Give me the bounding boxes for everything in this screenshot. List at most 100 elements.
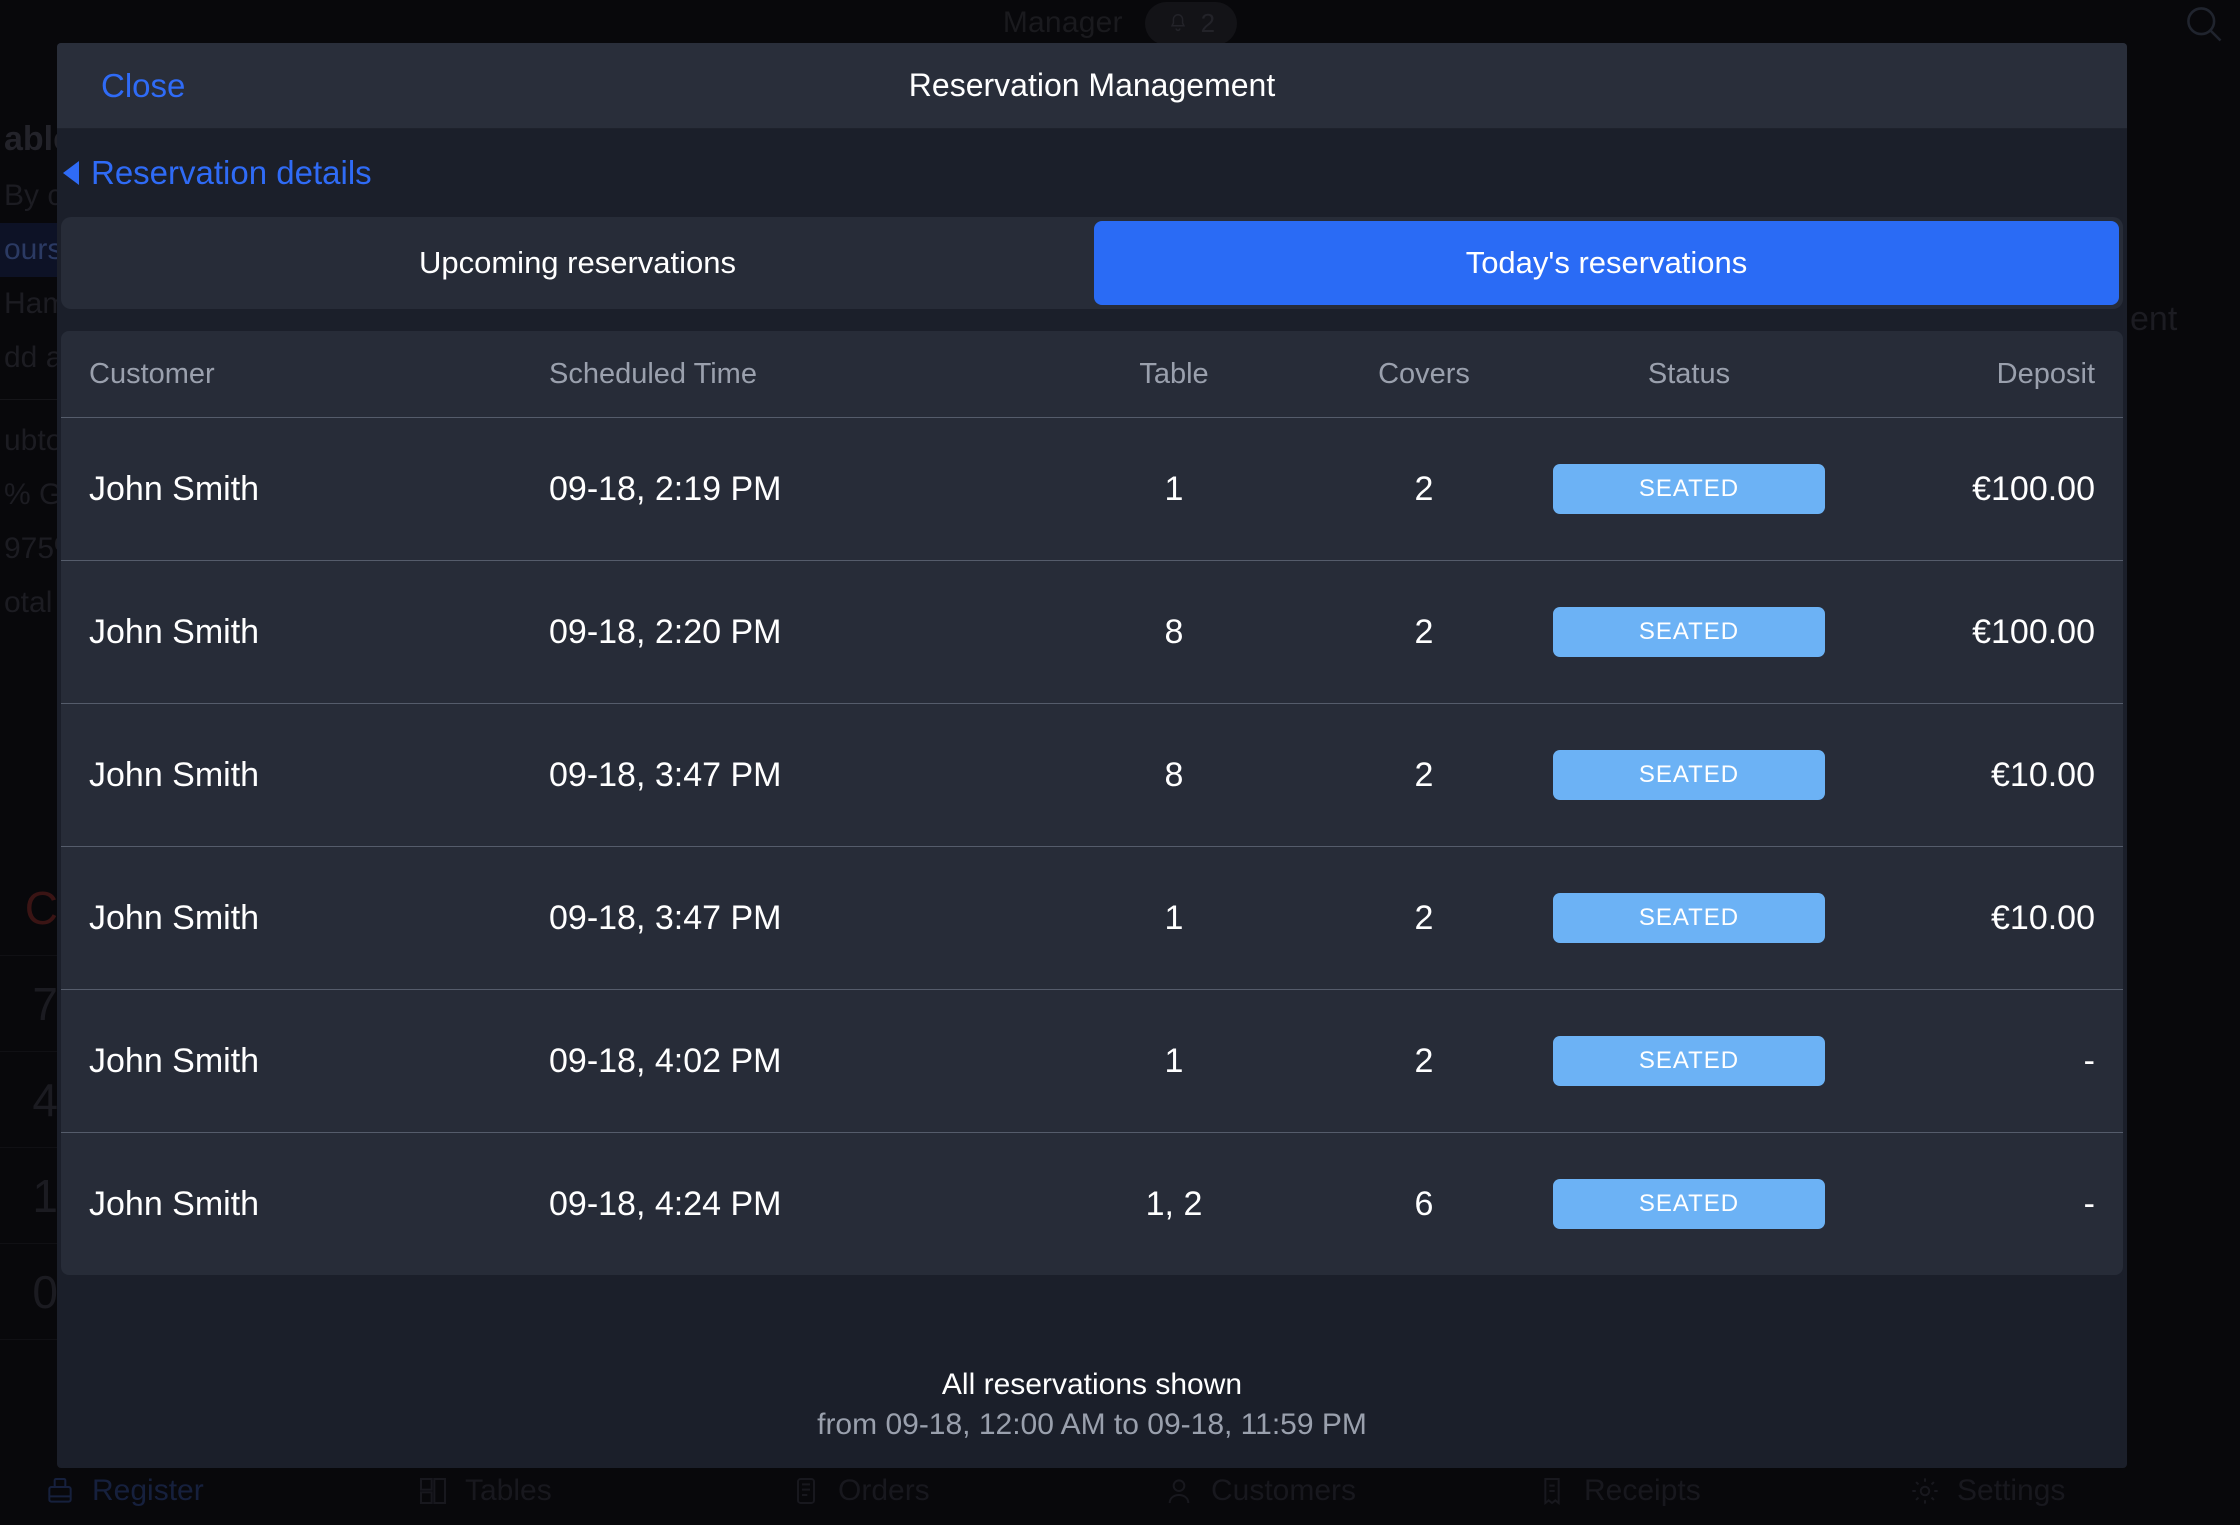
orders-icon	[797, 1478, 815, 1504]
bg-left-line: % GS	[4, 478, 60, 511]
cell-scheduled-time: 09-18, 2:20 PM	[549, 612, 782, 651]
cell-deposit: €10.00	[1991, 898, 2095, 937]
cell-scheduled-time: 09-18, 4:24 PM	[549, 1184, 782, 1223]
nav-label: Settings	[1957, 1474, 2066, 1507]
back-link-label: Reservation details	[91, 154, 372, 191]
bg-left-line: otal	[4, 586, 53, 619]
background-right-text: ent	[2130, 300, 2178, 338]
bg-left-line: ubtot	[4, 424, 60, 457]
nav-item-settings[interactable]: Settings	[1865, 1474, 2238, 1508]
role-label: Manager	[1002, 6, 1123, 39]
cell-table: 8	[1164, 755, 1184, 794]
column-header-customer: Customer	[89, 357, 215, 390]
bg-left-line: ourse	[0, 223, 60, 277]
cell-deposit: €100.00	[1972, 612, 2095, 651]
bg-number: 0	[0, 1244, 62, 1340]
close-button[interactable]: Close	[101, 67, 185, 105]
status-badge: SEATED	[1553, 1179, 1825, 1229]
bg-left-line: dd a	[4, 341, 60, 374]
footer-range-text: from 09-18, 12:00 AM to 09-18, 11:59 PM	[817, 1408, 1367, 1441]
modal-header: Close Reservation Management	[57, 43, 2127, 129]
nav-item-tables[interactable]: Tables	[373, 1474, 746, 1508]
cell-table: 1	[1164, 898, 1184, 937]
cell-deposit: -	[2083, 1041, 2095, 1080]
reservations-footer: All reservations shown from 09-18, 12:00…	[57, 1368, 2127, 1468]
reservation-management-modal: Close Reservation Management Reservation…	[57, 43, 2127, 1468]
tab-upcoming-reservations[interactable]: Upcoming reservations	[65, 221, 1090, 305]
notifications-button[interactable]: 2	[1144, 1, 1238, 45]
cell-customer: John Smith	[89, 755, 260, 794]
cell-customer: John Smith	[89, 898, 260, 937]
bg-left-line: 975%	[4, 532, 60, 565]
cell-deposit: -	[2083, 1184, 2095, 1223]
bg-number: 1	[0, 1148, 62, 1244]
cell-scheduled-time: 09-18, 2:19 PM	[549, 469, 782, 508]
table-row[interactable]: John Smith 09-18, 3:47 PM 1 2 SEATED €10…	[61, 846, 2123, 989]
table-row[interactable]: John Smith 09-18, 3:47 PM 8 2 SEATED €10…	[61, 703, 2123, 846]
customers-icon	[1168, 1479, 1190, 1504]
cell-status: SEATED	[1549, 1179, 1829, 1229]
cell-scheduled-time: 09-18, 3:47 PM	[549, 755, 782, 794]
column-header-covers: Covers	[1378, 357, 1470, 390]
column-header-status: Status	[1647, 357, 1731, 390]
notification-count: 2	[1200, 7, 1216, 38]
status-badge: SEATED	[1553, 464, 1825, 514]
cell-status: SEATED	[1549, 1036, 1829, 1086]
bg-number: C	[0, 860, 62, 956]
cell-scheduled-time: 09-18, 4:02 PM	[549, 1041, 782, 1080]
column-header-deposit: Deposit	[1996, 357, 2095, 390]
bg-number: 4	[0, 1052, 62, 1148]
cell-covers: 2	[1414, 612, 1434, 651]
cell-customer: John Smith	[89, 1184, 260, 1223]
cell-table: 1	[1164, 1041, 1184, 1080]
cell-covers: 2	[1414, 898, 1434, 937]
table-row[interactable]: John Smith 09-18, 4:02 PM 1 2 SEATED -	[61, 989, 2123, 1132]
bg-left-line: able	[4, 120, 60, 158]
cell-deposit: €10.00	[1991, 755, 2095, 794]
search-button[interactable]	[2182, 2, 2226, 51]
cell-status: SEATED	[1549, 607, 1829, 657]
column-header-scheduled-time: Scheduled Time	[549, 357, 757, 390]
cell-covers: 2	[1414, 469, 1434, 508]
register-icon	[48, 1478, 72, 1503]
cell-customer: John Smith	[89, 1041, 260, 1080]
bg-left-line: Ham	[4, 287, 60, 320]
status-badge: SEATED	[1553, 750, 1825, 800]
search-icon	[2187, 7, 2222, 42]
modal-subheader: Reservation details	[57, 129, 2127, 217]
background-left-panel: able By co ourse Ham dd a ubtot % GS 975…	[0, 110, 60, 630]
nav-item-receipts[interactable]: Receipts	[1492, 1474, 1865, 1508]
background-topbar: Manager 2	[0, 0, 2240, 46]
tables-icon	[420, 1478, 446, 1504]
cell-table: 8	[1164, 612, 1184, 651]
status-badge: SEATED	[1553, 607, 1825, 657]
cell-status: SEATED	[1549, 750, 1829, 800]
status-badge: SEATED	[1553, 1036, 1825, 1086]
background-number-column: C 7 4 1 0	[0, 860, 62, 1340]
receipts-icon	[1544, 1478, 1560, 1506]
bg-left-line: By co	[4, 179, 60, 212]
bg-number: 7	[0, 956, 62, 1052]
nav-item-orders[interactable]: Orders	[746, 1474, 1119, 1508]
table-row[interactable]: John Smith 09-18, 4:24 PM 1, 2 6 SEATED …	[61, 1132, 2123, 1275]
status-badge: SEATED	[1553, 893, 1825, 943]
gear-icon	[1912, 1478, 1938, 1504]
bg-left-divider	[0, 399, 60, 400]
modal-title: Reservation Management	[908, 67, 1276, 103]
nav-label: Customers	[1211, 1474, 1357, 1507]
back-to-reservation-details-link[interactable]: Reservation details	[63, 154, 372, 192]
nav-item-register[interactable]: Register	[0, 1474, 373, 1508]
reservations-table: Customer Scheduled Time Table Covers Sta…	[61, 331, 2123, 1275]
chevron-left-icon	[63, 161, 79, 185]
bell-icon	[1170, 14, 1185, 32]
reservation-tab-bar: Upcoming reservations Today's reservatio…	[61, 217, 2123, 309]
cell-status: SEATED	[1549, 893, 1829, 943]
cell-status: SEATED	[1549, 464, 1829, 514]
nav-label: Register	[92, 1474, 204, 1507]
table-row[interactable]: John Smith 09-18, 2:20 PM 8 2 SEATED €10…	[61, 560, 2123, 703]
tab-todays-reservations[interactable]: Today's reservations	[1094, 221, 2119, 305]
cell-table: 1, 2	[1145, 1184, 1203, 1223]
nav-item-customers[interactable]: Customers	[1119, 1474, 1492, 1508]
cell-customer: John Smith	[89, 469, 260, 508]
table-row[interactable]: John Smith 09-18, 2:19 PM 1 2 SEATED €10…	[61, 417, 2123, 560]
